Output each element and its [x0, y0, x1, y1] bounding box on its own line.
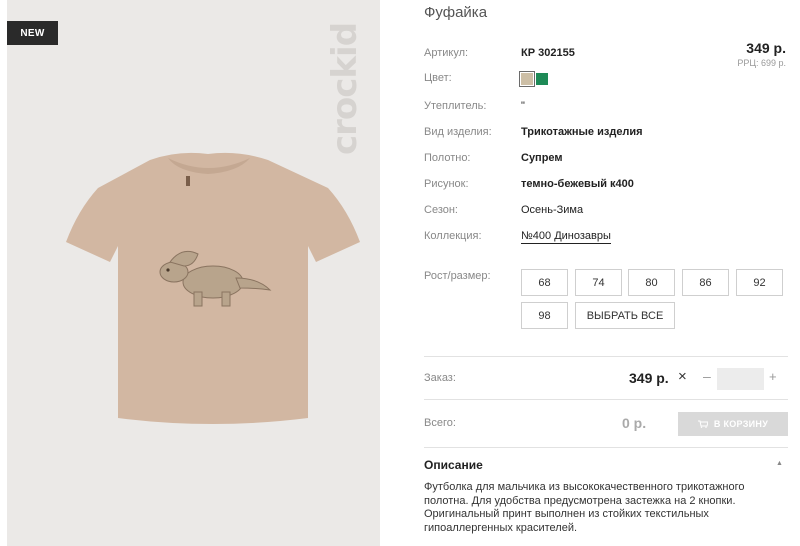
article-value: КР 302155 — [521, 47, 575, 59]
add-to-cart-label: В КОРЗИНУ — [713, 419, 769, 429]
size-button-86[interactable]: 86 — [682, 269, 729, 296]
print-value: темно-бежевый к400 — [521, 178, 634, 190]
print-label: Рисунок: — [424, 178, 469, 190]
color-swatch-beige[interactable] — [519, 71, 535, 87]
clear-order-icon[interactable]: × — [678, 368, 687, 385]
size-button-68[interactable]: 68 — [521, 269, 568, 296]
size-button-92[interactable]: 92 — [736, 269, 783, 296]
add-to-cart-button[interactable]: В КОРЗИНУ — [678, 412, 788, 436]
product-title: Фуфайка — [424, 4, 488, 21]
collection-link-text[interactable]: №400 Динозавры — [521, 230, 611, 244]
size-button-74[interactable]: 74 — [575, 269, 622, 296]
product-image[interactable]: NEW crockid — [7, 0, 380, 546]
color-label: Цвет: — [424, 72, 452, 84]
collection-label: Коллекция: — [424, 230, 482, 242]
select-all-sizes-button[interactable]: ВЫБРАТЬ ВСЕ — [575, 302, 675, 329]
order-price: 349 р. — [629, 370, 669, 386]
quantity-input[interactable] — [717, 368, 764, 390]
recommended-price: РРЦ: 699 р. — [737, 58, 786, 68]
cart-icon — [697, 420, 708, 428]
description-text: Футболка для мальчика из высококачествен… — [424, 481, 745, 534]
color-swatch-green[interactable] — [536, 73, 548, 85]
tshirt-illustration — [66, 152, 360, 424]
total-label: Всего: — [424, 417, 456, 429]
divider — [424, 356, 788, 357]
order-label: Заказ: — [424, 372, 456, 384]
size-button-98[interactable]: 98 — [521, 302, 568, 329]
size-label: Рост/размер: — [424, 270, 491, 282]
type-value: Трикотажные изделия — [521, 126, 643, 138]
insulation-label: Утеплитель: — [424, 100, 487, 112]
new-badge: NEW — [7, 21, 58, 45]
season-value: Осень-Зима — [521, 204, 584, 216]
quantity-increase-button[interactable]: + — [769, 369, 777, 384]
collapse-icon[interactable]: ▲ — [776, 460, 783, 467]
total-value: 0 р. — [622, 415, 647, 431]
season-label: Сезон: — [424, 204, 458, 216]
type-label: Вид изделия: — [424, 126, 492, 138]
quantity-decrease-button[interactable]: – — [703, 368, 711, 384]
article-label: Артикул: — [424, 47, 469, 59]
fabric-label: Полотно: — [424, 152, 471, 164]
divider — [424, 399, 788, 400]
fabric-value: Супрем — [521, 152, 563, 164]
size-button-80[interactable]: 80 — [628, 269, 675, 296]
product-price: 349 р. — [746, 40, 786, 56]
collection-link[interactable]: №400 Динозавры — [521, 230, 611, 244]
insulation-value: " — [521, 100, 525, 112]
divider — [424, 447, 788, 448]
brand-logo: crockid — [325, 22, 365, 155]
description-title[interactable]: Описание — [424, 458, 483, 472]
